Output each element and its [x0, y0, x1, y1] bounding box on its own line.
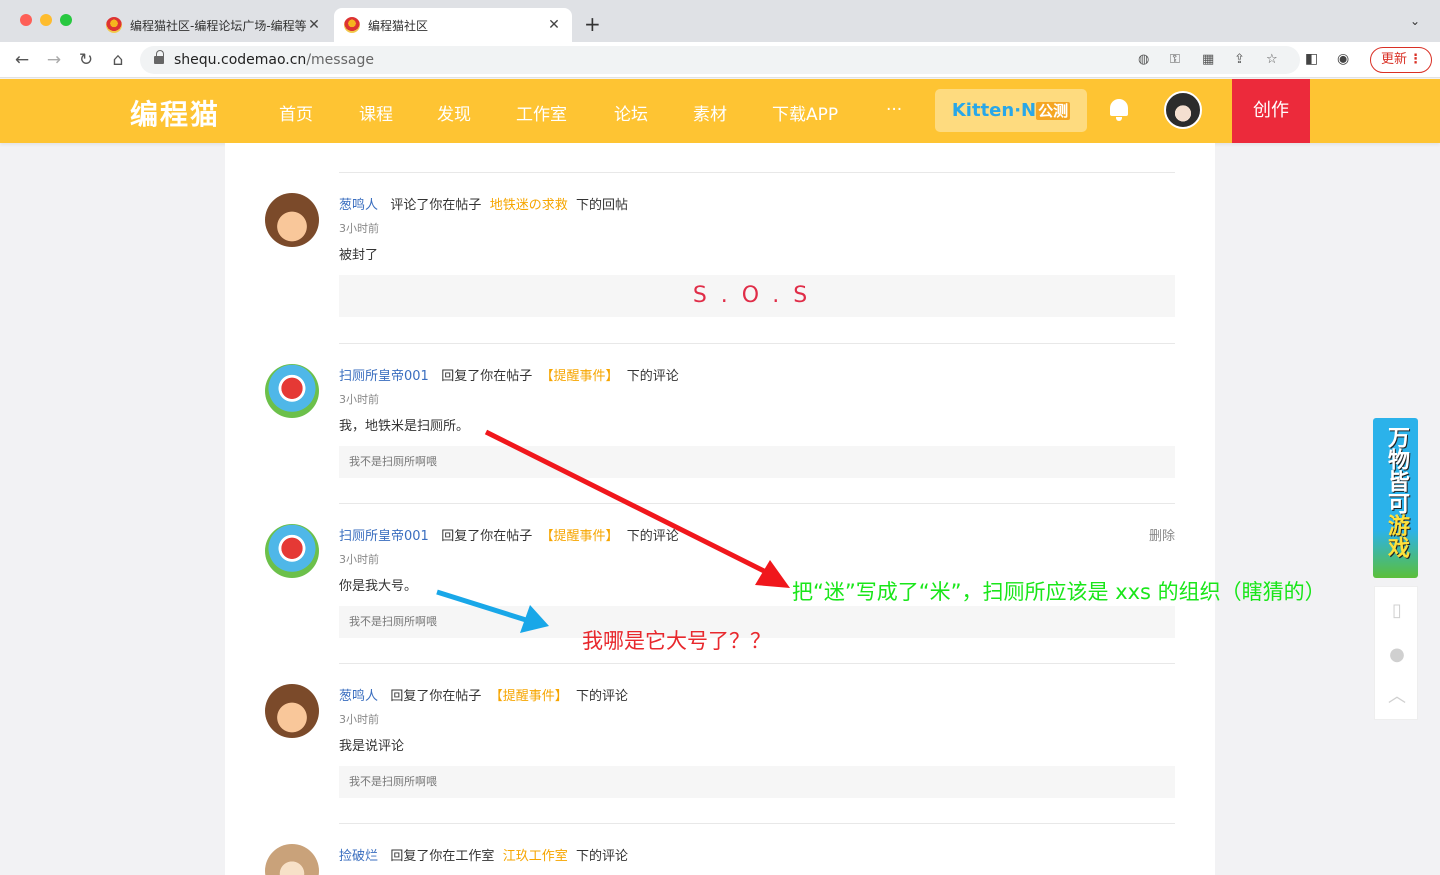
- back-to-top-chevron-icon[interactable]: ︿: [1375, 677, 1419, 717]
- annotation-green-text: 把“迷”写成了“米”，扫厕所应该是 xxs 的组织（瞎猜的）: [792, 580, 1326, 604]
- qq-penguin-icon[interactable]: ●: [1375, 635, 1419, 675]
- promo-text: 万物皆可: [1384, 426, 1409, 514]
- annotation-arrows: [436, 429, 790, 633]
- mobile-phone-icon[interactable]: ▯: [1375, 591, 1419, 631]
- red-arrow-head: [755, 560, 790, 588]
- annotation-red-text: 我哪是它大号了？？: [582, 629, 771, 653]
- game-promo-banner[interactable]: 万物皆可游戏: [1373, 418, 1418, 578]
- blue-arrow-shaft: [436, 589, 527, 623]
- side-toolbar: ▯ ● ︿: [1374, 586, 1418, 720]
- promo-text-highlight: 游戏: [1384, 514, 1409, 558]
- red-arrow-shaft: [484, 429, 768, 575]
